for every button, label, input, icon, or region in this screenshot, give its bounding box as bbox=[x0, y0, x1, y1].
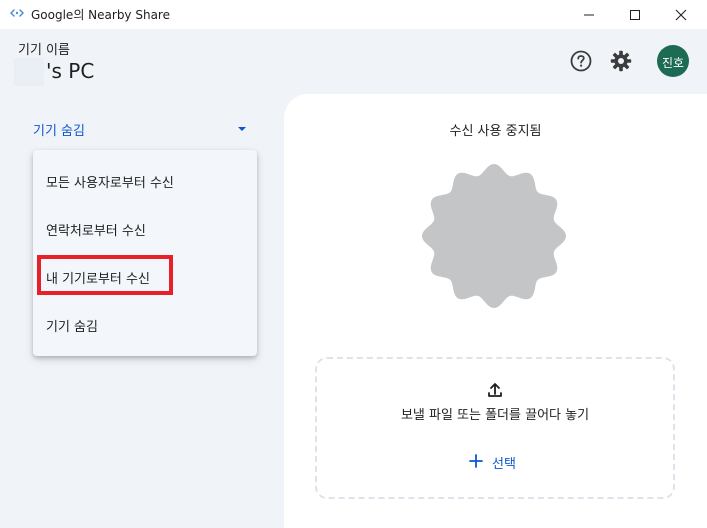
visibility-dropdown[interactable]: 기기 숨김 bbox=[33, 118, 249, 140]
file-drop-zone[interactable]: 보낼 파일 또는 폴더를 끌어다 놓기 선택 bbox=[315, 357, 675, 499]
maximize-button[interactable] bbox=[612, 0, 658, 29]
help-circle-icon bbox=[570, 50, 592, 72]
avatar-initials: 진호 bbox=[661, 56, 685, 70]
maximize-icon bbox=[630, 9, 640, 20]
title-bar: Google의 Nearby Share bbox=[0, 0, 707, 29]
close-button[interactable] bbox=[658, 0, 704, 29]
avatar[interactable]: 진호 bbox=[657, 45, 689, 77]
receive-status: 수신 사용 중지됨 bbox=[449, 124, 542, 139]
nearby-share-logo-icon bbox=[10, 9, 24, 17]
menu-item-contacts[interactable]: 연락처로부터 수신 bbox=[33, 207, 257, 251]
visibility-menu: 모든 사용자로부터 수신 연락처로부터 수신 내 기기로부터 수신 기기 숨김 bbox=[33, 150, 257, 356]
device-name: 's PC bbox=[46, 59, 95, 83]
upload-icon bbox=[488, 383, 502, 397]
settings-button[interactable] bbox=[607, 47, 635, 75]
menu-item-label: 기기 숨김 bbox=[46, 320, 98, 335]
redacted-area bbox=[14, 58, 44, 86]
minimize-icon bbox=[584, 14, 594, 15]
highlight-annotation bbox=[37, 255, 173, 295]
minimize-button[interactable] bbox=[566, 0, 612, 29]
close-icon bbox=[675, 9, 687, 20]
device-name-label: 기기 이름 bbox=[18, 43, 70, 58]
gear-icon bbox=[610, 50, 632, 72]
menu-item-hidden[interactable]: 기기 숨김 bbox=[33, 303, 257, 347]
window-title: Google의 Nearby Share bbox=[31, 8, 170, 22]
menu-item-everyone[interactable]: 모든 사용자로부터 수신 bbox=[33, 159, 257, 203]
select-file-button[interactable]: 선택 bbox=[463, 450, 533, 474]
visibility-selected-label: 기기 숨김 bbox=[33, 124, 85, 139]
help-button[interactable] bbox=[567, 47, 595, 75]
plus-icon bbox=[469, 454, 483, 468]
receive-disabled-badge bbox=[422, 164, 566, 308]
drop-zone-text: 보낼 파일 또는 폴더를 끌어다 놓기 bbox=[400, 408, 590, 423]
main-panel: 수신 사용 중지됨 보낼 파일 또는 폴더를 끌어다 놓기 선택 bbox=[284, 94, 707, 528]
menu-item-label: 연락처로부터 수신 bbox=[46, 224, 146, 239]
caret-down-icon bbox=[238, 127, 246, 131]
select-button-label: 선택 bbox=[492, 457, 516, 472]
menu-item-label: 모든 사용자로부터 수신 bbox=[46, 176, 174, 191]
